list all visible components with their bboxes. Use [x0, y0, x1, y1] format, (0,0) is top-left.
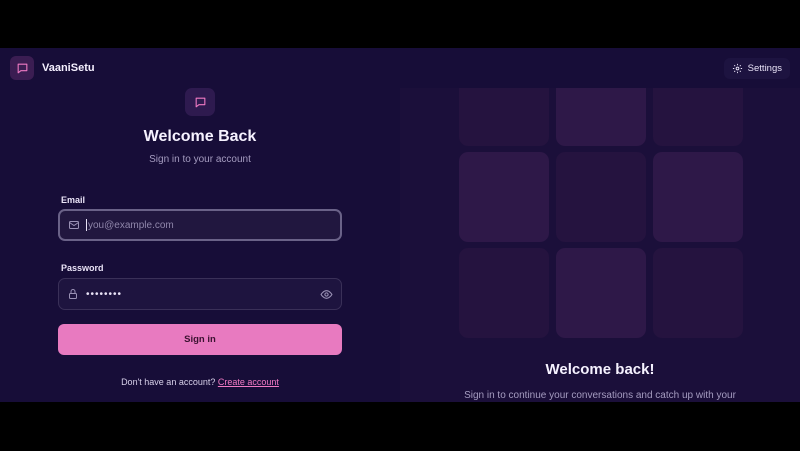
settings-button[interactable]: Settings	[723, 57, 790, 79]
page-title: Welcome Back	[143, 128, 257, 145]
pattern-tile	[556, 88, 646, 146]
pattern-tile	[459, 152, 549, 242]
pattern-tile	[459, 88, 549, 146]
top-bar: VaaniSetu Settings	[0, 48, 800, 88]
pattern-tile	[556, 248, 646, 338]
eye-icon[interactable]	[320, 288, 333, 301]
signup-prompt: Don't have an account? Create account	[0, 377, 400, 387]
app-window: VaaniSetu Settings Welcome Back Sign in …	[0, 48, 800, 402]
signup-text: Don't have an account?	[121, 377, 216, 387]
chat-icon	[185, 88, 215, 116]
password-field[interactable]	[58, 278, 342, 310]
password-label: Password	[61, 263, 104, 273]
mail-icon	[68, 219, 80, 231]
email-label: Email	[61, 195, 86, 205]
create-account-link[interactable]: Create account	[218, 377, 279, 387]
sign-in-button[interactable]: Sign in	[58, 324, 342, 355]
settings-label: Settings	[747, 62, 782, 74]
email-field[interactable]	[58, 209, 342, 241]
pattern-tile	[653, 248, 743, 338]
pattern-tile	[556, 152, 646, 242]
message-square-icon	[10, 56, 34, 80]
login-panel: Welcome Back Sign in to your account Ema…	[0, 88, 400, 402]
lock-icon	[67, 288, 79, 300]
pattern-tile	[653, 88, 743, 146]
promo-title: Welcome back!	[545, 361, 655, 378]
password-input[interactable]	[85, 288, 314, 300]
pattern-tile	[459, 248, 549, 338]
promo-text: Sign in to continue your conversations a…	[464, 390, 736, 401]
app-name: VaaniSetu	[42, 62, 95, 74]
page-subtitle: Sign in to your account	[149, 154, 251, 165]
gear-icon	[732, 63, 743, 74]
email-input[interactable]	[86, 219, 332, 231]
brand[interactable]: VaaniSetu	[10, 56, 95, 80]
promo-panel: Welcome back! Sign in to continue your c…	[400, 88, 800, 402]
pattern-tile	[653, 152, 743, 242]
